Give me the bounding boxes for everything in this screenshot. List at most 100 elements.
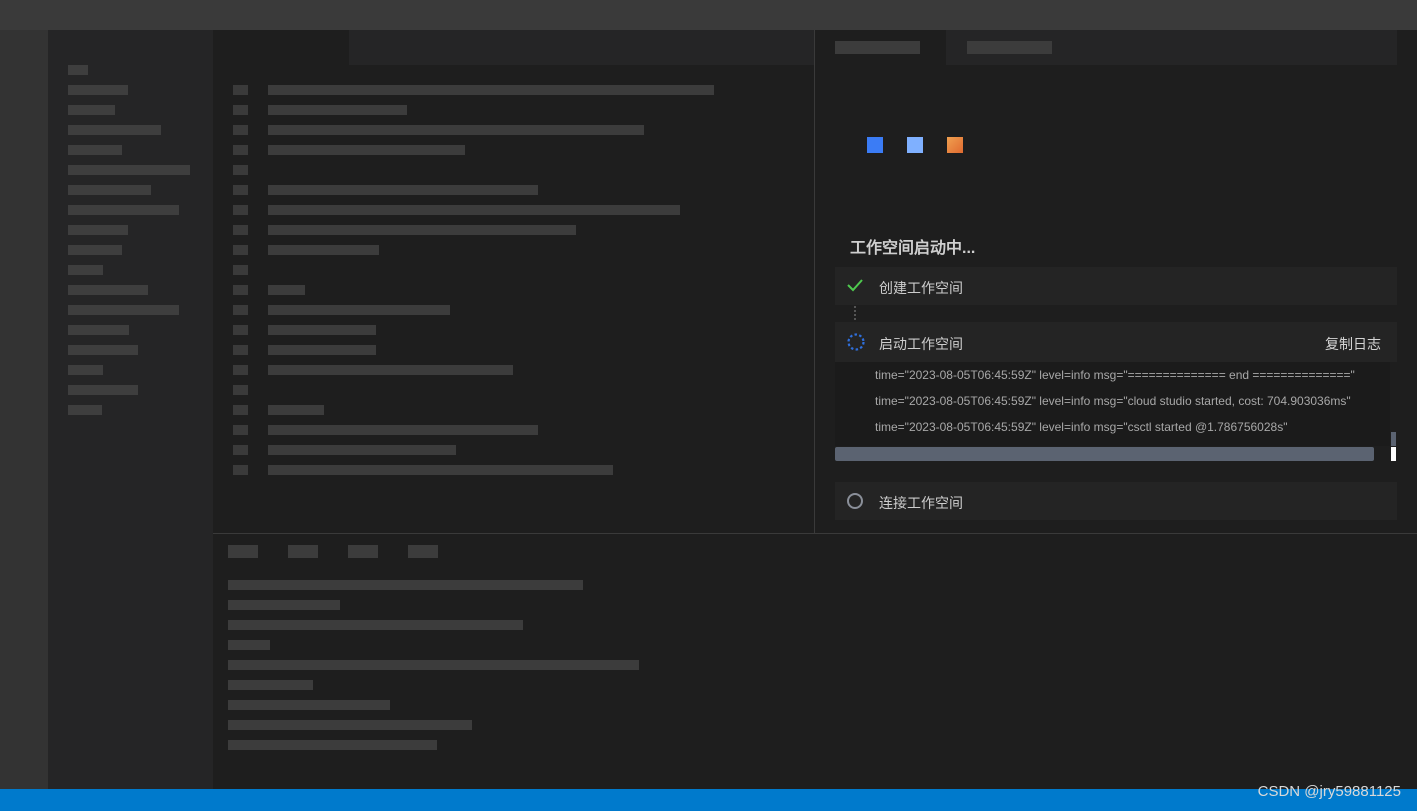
step-connect-workspace: 连接工作空间 bbox=[835, 482, 1397, 520]
code-line-placeholder bbox=[268, 285, 305, 295]
code-line-placeholder bbox=[268, 125, 644, 135]
sidebar-placeholder bbox=[68, 405, 102, 415]
sidebar-placeholder bbox=[68, 65, 88, 75]
log-line: time="2023-08-05T06:45:59Z" level=info m… bbox=[875, 420, 1288, 434]
copy-log-button[interactable]: 复制日志 bbox=[1325, 334, 1381, 354]
line-number-placeholder bbox=[233, 145, 248, 155]
line-number-placeholder bbox=[233, 265, 248, 275]
line-number-placeholder bbox=[233, 385, 248, 395]
sidebar-placeholder bbox=[68, 85, 128, 95]
sidebar-placeholder bbox=[68, 125, 161, 135]
sidebar-placeholder bbox=[68, 325, 129, 335]
sidebar-skeleton bbox=[48, 30, 213, 789]
code-line-placeholder bbox=[268, 245, 379, 255]
code-line-placeholder bbox=[268, 205, 680, 215]
code-line-placeholder bbox=[268, 345, 376, 355]
line-number-placeholder bbox=[233, 225, 248, 235]
pane-divider-horizontal[interactable] bbox=[213, 533, 1417, 534]
line-number-placeholder bbox=[233, 245, 248, 255]
line-number-placeholder bbox=[233, 205, 248, 215]
line-number-placeholder bbox=[233, 105, 248, 115]
circle-icon bbox=[846, 492, 864, 515]
panel-skeleton bbox=[213, 534, 1417, 789]
code-line-placeholder bbox=[268, 85, 714, 95]
panel-tab-placeholder bbox=[408, 545, 438, 558]
editor-tab-placeholder bbox=[213, 30, 349, 65]
sidebar-placeholder bbox=[68, 185, 151, 195]
step-label: 启动工作空间 bbox=[879, 336, 963, 352]
line-number-placeholder bbox=[233, 465, 248, 475]
code-line-placeholder bbox=[268, 465, 613, 475]
panel-tab-placeholder bbox=[348, 545, 378, 558]
sidebar-placeholder bbox=[68, 225, 128, 235]
panel-tab-placeholder bbox=[228, 545, 258, 558]
spinner-icon bbox=[846, 332, 866, 357]
line-number-placeholder bbox=[233, 425, 248, 435]
sidebar-placeholder bbox=[68, 105, 115, 115]
line-number-placeholder bbox=[233, 285, 248, 295]
line-number-placeholder bbox=[233, 125, 248, 135]
step-start-workspace: 启动工作空间 复制日志 bbox=[835, 322, 1397, 362]
line-number-placeholder bbox=[233, 305, 248, 315]
logo-square-blue bbox=[867, 137, 883, 153]
step-label: 连接工作空间 bbox=[879, 495, 963, 511]
log-line: time="2023-08-05T06:45:59Z" level=info m… bbox=[875, 394, 1351, 408]
sidebar-placeholder bbox=[68, 365, 103, 375]
sidebar-placeholder bbox=[68, 285, 148, 295]
watermark: CSDN @jry59881125 bbox=[1257, 783, 1401, 800]
line-number-placeholder bbox=[233, 185, 248, 195]
sidebar-placeholder bbox=[68, 265, 103, 275]
code-line-placeholder bbox=[268, 425, 538, 435]
log-vertical-scrollbar-thumb[interactable] bbox=[1391, 447, 1396, 461]
code-line-placeholder bbox=[268, 145, 465, 155]
sidebar-placeholder bbox=[68, 205, 179, 215]
panel-tab-placeholder bbox=[288, 545, 318, 558]
sidebar-placeholder bbox=[68, 305, 179, 315]
status-bar bbox=[0, 789, 1417, 811]
sidebar-placeholder bbox=[68, 345, 138, 355]
step-label: 创建工作空间 bbox=[879, 280, 963, 296]
code-line-placeholder bbox=[268, 225, 576, 235]
panel-line-placeholder bbox=[228, 740, 437, 750]
line-number-placeholder bbox=[233, 85, 248, 95]
panel-line-placeholder bbox=[228, 580, 583, 590]
panel-line-placeholder bbox=[228, 700, 390, 710]
panel-line-placeholder bbox=[228, 600, 340, 610]
line-number-placeholder bbox=[233, 325, 248, 335]
right-tab-label-placeholder bbox=[835, 41, 920, 54]
code-line-placeholder bbox=[268, 325, 376, 335]
line-number-placeholder bbox=[233, 445, 248, 455]
code-line-placeholder bbox=[268, 365, 513, 375]
code-line-placeholder bbox=[268, 405, 324, 415]
code-line-placeholder bbox=[268, 105, 407, 115]
panel-line-placeholder bbox=[228, 660, 639, 670]
code-line-placeholder bbox=[268, 305, 450, 315]
check-icon bbox=[846, 277, 864, 298]
step-connector bbox=[854, 306, 858, 320]
title-bar bbox=[0, 0, 1417, 30]
code-line-placeholder bbox=[268, 185, 538, 195]
line-number-placeholder bbox=[233, 345, 248, 355]
sidebar-placeholder bbox=[68, 385, 138, 395]
log-output[interactable]: time="2023-08-05T06:45:59Z" level=info m… bbox=[835, 362, 1390, 446]
right-tab-label-placeholder bbox=[967, 41, 1052, 54]
log-horizontal-scrollbar[interactable] bbox=[835, 447, 1374, 461]
logo-square-orange bbox=[947, 137, 963, 153]
line-number-placeholder bbox=[233, 165, 248, 175]
code-line-placeholder bbox=[268, 445, 456, 455]
sidebar-placeholder bbox=[68, 145, 122, 155]
panel-line-placeholder bbox=[228, 720, 472, 730]
step-create-workspace: 创建工作空间 bbox=[835, 267, 1397, 305]
sidebar-placeholder bbox=[68, 165, 190, 175]
sidebar-placeholder bbox=[68, 245, 122, 255]
log-line: time="2023-08-05T06:45:59Z" level=info m… bbox=[875, 368, 1355, 382]
line-number-placeholder bbox=[233, 365, 248, 375]
logo-square-light-blue bbox=[907, 137, 923, 153]
panel-line-placeholder bbox=[228, 620, 523, 630]
line-number-placeholder bbox=[233, 405, 248, 415]
log-vertical-scrollbar[interactable] bbox=[1391, 432, 1396, 446]
startup-title: 工作空间启动中... bbox=[850, 240, 976, 257]
panel-line-placeholder bbox=[228, 640, 270, 650]
activity-bar bbox=[0, 30, 48, 789]
panel-line-placeholder bbox=[228, 680, 313, 690]
